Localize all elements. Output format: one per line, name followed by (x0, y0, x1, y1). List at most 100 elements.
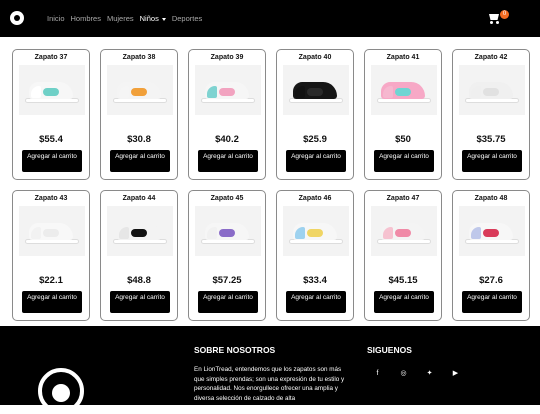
product-price: $50 (395, 134, 411, 145)
product-image[interactable] (371, 65, 437, 115)
shoe-heel (207, 86, 217, 98)
product-name: Zapato 42 (474, 54, 508, 61)
nav-deportes[interactable]: Deportes (172, 14, 202, 23)
product-name: Zapato 40 (298, 54, 332, 61)
twitter-icon[interactable]: ✦ (425, 370, 434, 378)
instagram-icon[interactable]: ◎ (399, 370, 408, 378)
shoe-heel (383, 227, 393, 239)
product-card[interactable]: Zapato 47 $45.15 Agregar al carrito (364, 190, 442, 321)
lion-logo-icon[interactable] (10, 11, 24, 25)
product-name: Zapato 41 (386, 54, 420, 61)
shoe-heel (207, 227, 217, 239)
lion-logo-large-icon (38, 368, 84, 414)
footer: SOBRE NOSOTROS En LionTread, entendemos … (0, 326, 540, 414)
add-to-cart-button[interactable]: Agregar al carrito (462, 150, 522, 172)
product-image[interactable] (459, 206, 525, 256)
product-image[interactable] (107, 206, 173, 256)
shoe-accent (219, 229, 235, 237)
top-navbar: Inicio Hombres Mujeres Niños Deportes 0 (0, 0, 540, 37)
product-card[interactable]: Zapato 48 $27.6 Agregar al carrito (452, 190, 530, 321)
nav-ninos-label: Niños (139, 14, 159, 23)
facebook-icon[interactable]: f (373, 370, 382, 378)
product-price: $57.25 (212, 275, 242, 286)
add-to-cart-button[interactable]: Agregar al carrito (374, 150, 434, 172)
product-image[interactable] (195, 206, 261, 256)
add-to-cart-button[interactable]: Agregar al carrito (198, 150, 258, 172)
product-image[interactable] (283, 206, 349, 256)
product-card[interactable]: Zapato 43 $22.1 Agregar al carrito (12, 190, 90, 321)
about-text: En LionTread, entendemos que los zapatos… (194, 366, 345, 403)
main-nav: Inicio Hombres Mujeres Niños Deportes (47, 14, 202, 23)
shoe-heel (119, 227, 129, 239)
shoe-accent (307, 88, 323, 96)
product-card[interactable]: Zapato 45 $57.25 Agregar al carrito (188, 190, 266, 321)
social-links: f ◎ ✦ ▶ (373, 370, 460, 378)
product-price: $45.15 (388, 275, 418, 286)
product-image[interactable] (195, 65, 261, 115)
product-image[interactable] (459, 65, 525, 115)
product-price: $33.4 (303, 275, 327, 286)
chevron-down-icon (161, 17, 166, 21)
nav-hombres[interactable]: Hombres (71, 14, 101, 23)
shoe-accent (483, 88, 499, 96)
product-name: Zapato 48 (474, 195, 508, 202)
nav-ninos[interactable]: Niños (140, 14, 166, 23)
add-to-cart-button[interactable]: Agregar al carrito (374, 291, 434, 313)
product-card[interactable]: Zapato 39 $40.2 Agregar al carrito (188, 49, 266, 180)
shoe-accent (131, 88, 147, 96)
product-name: Zapato 37 (34, 54, 68, 61)
product-name: Zapato 39 (210, 54, 244, 61)
product-name: Zapato 45 (210, 195, 244, 202)
product-card[interactable]: Zapato 46 $33.4 Agregar al carrito (276, 190, 354, 321)
product-grid: Zapato 37 $55.4 Agregar al carrito Zapat… (12, 49, 530, 321)
nav-inicio[interactable]: Inicio (47, 14, 65, 23)
shoe-heel (471, 227, 481, 239)
product-price: $48.8 (127, 275, 151, 286)
cart-count-badge: 0 (500, 10, 509, 19)
shoe-accent (43, 88, 59, 96)
product-image[interactable] (107, 65, 173, 115)
product-name: Zapato 43 (34, 195, 68, 202)
product-card[interactable]: Zapato 44 $48.8 Agregar al carrito (100, 190, 178, 321)
product-price: $55.4 (39, 134, 63, 145)
shoe-accent (395, 88, 411, 96)
product-card[interactable]: Zapato 42 $35.75 Agregar al carrito (452, 49, 530, 180)
nav-mujeres[interactable]: Mujeres (107, 14, 134, 23)
add-to-cart-button[interactable]: Agregar al carrito (462, 291, 522, 313)
product-price: $40.2 (215, 134, 239, 145)
product-name: Zapato 38 (122, 54, 156, 61)
cart-icon[interactable] (487, 12, 501, 24)
product-card[interactable]: Zapato 38 $30.8 Agregar al carrito (100, 49, 178, 180)
add-to-cart-button[interactable]: Agregar al carrito (286, 150, 346, 172)
shoe-heel (31, 86, 41, 98)
shoe-accent (307, 229, 323, 237)
shoe-heel (119, 86, 129, 98)
add-to-cart-button[interactable]: Agregar al carrito (22, 291, 82, 313)
product-card[interactable]: Zapato 41 $50 Agregar al carrito (364, 49, 442, 180)
add-to-cart-button[interactable]: Agregar al carrito (110, 150, 170, 172)
shoe-accent (395, 229, 411, 237)
add-to-cart-button[interactable]: Agregar al carrito (22, 150, 82, 172)
product-price: $35.75 (476, 134, 506, 145)
add-to-cart-button[interactable]: Agregar al carrito (198, 291, 258, 313)
product-price: $27.6 (479, 275, 503, 286)
shoe-accent (131, 229, 147, 237)
shoe-accent (43, 229, 59, 237)
add-to-cart-button[interactable]: Agregar al carrito (286, 291, 346, 313)
add-to-cart-button[interactable]: Agregar al carrito (110, 291, 170, 313)
shoe-heel (295, 227, 305, 239)
product-name: Zapato 44 (122, 195, 156, 202)
product-image[interactable] (19, 206, 85, 256)
youtube-icon[interactable]: ▶ (451, 370, 460, 378)
product-price: $25.9 (303, 134, 327, 145)
shoe-heel (471, 86, 481, 98)
product-name: Zapato 47 (386, 195, 420, 202)
product-card[interactable]: Zapato 40 $25.9 Agregar al carrito (276, 49, 354, 180)
product-image[interactable] (283, 65, 349, 115)
social-title: SIGUENOS (367, 345, 412, 355)
product-image[interactable] (371, 206, 437, 256)
product-card[interactable]: Zapato 37 $55.4 Agregar al carrito (12, 49, 90, 180)
product-price: $22.1 (39, 275, 63, 286)
product-image[interactable] (19, 65, 85, 115)
shoe-accent (219, 88, 235, 96)
